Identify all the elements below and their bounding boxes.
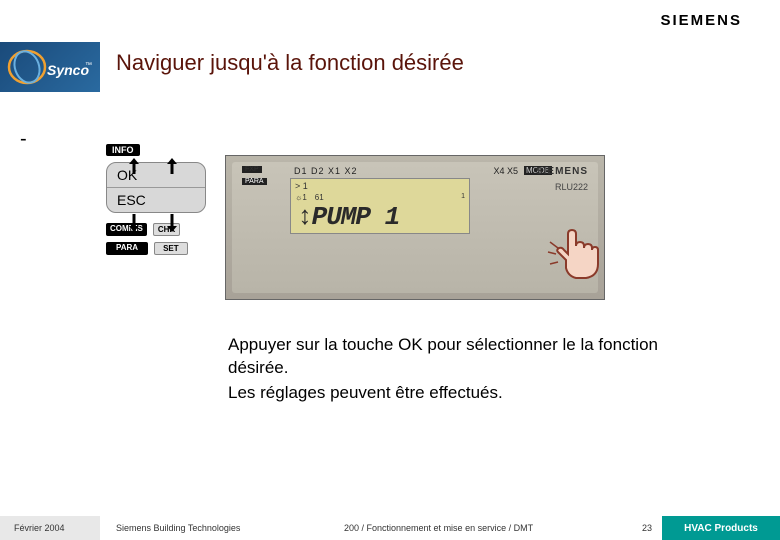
- arrows-down-icon: [128, 214, 184, 232]
- para-label: PARA: [242, 178, 267, 185]
- pin-labels: D1 D2 X1 X2: [294, 166, 358, 176]
- lcd-sym2: 61: [315, 193, 324, 202]
- instruction-line1: Appuyer sur la touche OK pour sélectionn…: [228, 334, 668, 380]
- bullet-dash: -: [20, 128, 27, 151]
- info-button-label: INFO: [106, 144, 140, 156]
- nav-diagram: INFO OK ESC COMMIS CHK PARA SET: [100, 140, 210, 255]
- device-brand: SIEMENS: [536, 166, 588, 177]
- lcd-screen: > 1 ☼1 61 1 ↕PUMP 1: [290, 178, 470, 234]
- hand-pointer-icon: [546, 222, 606, 282]
- footer-page: 23: [642, 523, 652, 533]
- set-button-label: SET: [154, 242, 188, 255]
- pin-labels-right: X4 X5: [493, 166, 518, 176]
- arrows-up-icon: [128, 158, 184, 176]
- instruction-line2: Les réglages peuvent être effectués.: [228, 382, 668, 405]
- svg-text:™: ™: [85, 62, 92, 69]
- footer-doc: 200 / Fonctionnement et mise en service …: [344, 523, 533, 533]
- lcd-sym3: 1: [461, 193, 465, 202]
- footer: Février 2004 Siemens Building Technologi…: [0, 516, 780, 540]
- footer-company: Siemens Building Technologies: [116, 523, 240, 533]
- instruction-text: Appuyer sur la touche OK pour sélectionn…: [228, 334, 668, 407]
- siemens-logo: SIEMENS: [660, 12, 742, 29]
- para-button-label: PARA: [106, 242, 148, 255]
- svg-text:Synco: Synco: [47, 62, 89, 78]
- footer-date: Février 2004: [14, 523, 65, 533]
- lcd-main-text: ↕PUMP 1: [291, 202, 469, 232]
- lcd-sym1: ☼1: [295, 193, 307, 202]
- synco-logo: Synco ™: [0, 42, 100, 92]
- footer-product: HVAC Products: [662, 516, 780, 540]
- fxp-label: FXP: [242, 166, 262, 173]
- esc-label: ESC: [107, 188, 205, 212]
- lcd-top-line: > 1: [291, 179, 469, 193]
- device-model: RLU222: [555, 182, 588, 192]
- device-photo: FXP PARA D1 D2 X1 X2 X4 X5 MODE SIEMENS …: [225, 155, 605, 300]
- slide-title: Naviguer jusqu'à la fonction désirée: [116, 50, 464, 76]
